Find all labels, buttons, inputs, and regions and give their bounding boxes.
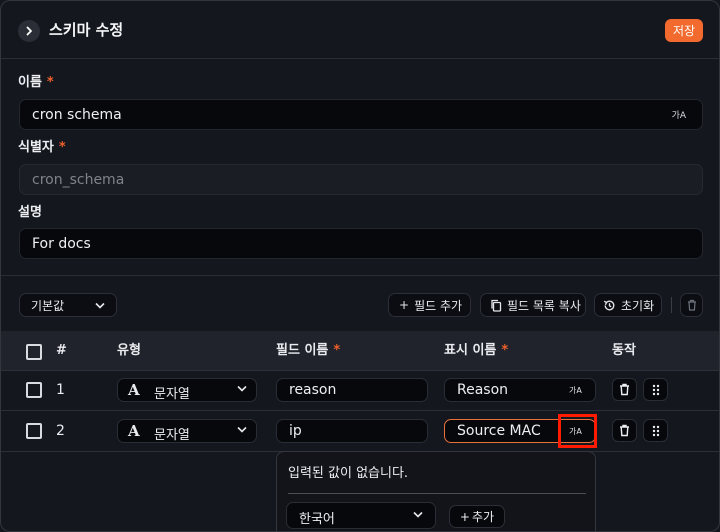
type-value: 문자열 xyxy=(154,387,190,402)
table-row: 2 A 문자열 ip Source MAC 가A xyxy=(1,411,719,452)
plus-icon: + xyxy=(399,298,410,312)
copy-field-list-button[interactable]: 필드 목록 복사 xyxy=(480,293,586,317)
delete-row-button[interactable] xyxy=(612,378,637,401)
select-all-checkbox[interactable] xyxy=(26,344,42,360)
id-input-value: cron_schema xyxy=(32,171,125,188)
desc-label: 설명 xyxy=(18,205,42,220)
table-header: # 유형 필드 이름 * 표시 이름 * 동작 xyxy=(1,331,719,371)
language-select[interactable]: 한국어 xyxy=(286,502,436,529)
drag-handle-icon xyxy=(652,384,659,395)
row-num: 2 xyxy=(56,423,65,439)
header: 스키마 수정 저장 xyxy=(1,1,719,59)
required-mark: * xyxy=(501,343,509,358)
highlight-box xyxy=(558,414,597,448)
chevron-right-icon xyxy=(26,26,32,36)
add-field-button[interactable]: + 필드 추가 xyxy=(388,293,471,317)
col-action: 동작 xyxy=(612,343,636,358)
reset-button[interactable]: 초기화 xyxy=(594,293,662,317)
history-icon xyxy=(603,300,615,310)
row-num: 1 xyxy=(56,382,65,398)
field-name-input[interactable]: reason xyxy=(276,378,428,402)
id-input: cron_schema xyxy=(19,164,703,195)
row-checkbox[interactable] xyxy=(26,423,42,439)
drag-handle[interactable] xyxy=(643,419,668,442)
chevron-down-icon xyxy=(237,426,247,433)
required-mark: * xyxy=(333,343,341,358)
translation-popover: 입력된 값이 없습니다. 한국어 + 추가 xyxy=(276,451,596,531)
col-num: # xyxy=(56,343,67,358)
text-type-icon: A xyxy=(128,381,140,399)
delete-row-button[interactable] xyxy=(612,419,637,442)
table-row: 1 A 문자열 reason Reason 가A xyxy=(1,370,719,411)
collapse-button[interactable] xyxy=(18,20,40,42)
plus-icon: + xyxy=(459,509,470,524)
trash-icon xyxy=(620,383,629,396)
schema-editor-panel: 스키마 수정 저장 이름 * cron schema 가A 식별자 * cron_s… xyxy=(0,0,720,532)
translate-icon[interactable]: 가A xyxy=(569,385,582,396)
field-name-input[interactable]: ip xyxy=(276,419,428,443)
required-mark: * xyxy=(58,140,66,155)
preset-select[interactable]: 기본값 xyxy=(19,293,117,317)
text-type-icon: A xyxy=(128,422,140,440)
desc-input-value: For docs xyxy=(32,235,91,252)
trash-icon xyxy=(620,424,629,437)
type-value: 문자열 xyxy=(154,428,190,443)
col-type: 유형 xyxy=(117,343,141,358)
type-select[interactable]: A 문자열 xyxy=(117,378,257,402)
name-input-value: cron schema xyxy=(32,106,122,123)
page-title: 스키마 수정 xyxy=(49,21,124,39)
delete-selected-button[interactable] xyxy=(680,293,703,317)
language-value: 한국어 xyxy=(299,512,335,527)
id-label: 식별자 * xyxy=(18,140,66,155)
save-button[interactable]: 저장 xyxy=(665,19,703,42)
preset-select-value: 기본값 xyxy=(31,298,65,313)
name-label: 이름 * xyxy=(18,75,54,90)
type-select[interactable]: A 문자열 xyxy=(117,419,257,443)
chevron-down-icon xyxy=(413,511,423,518)
empty-message: 입력된 값이 없습니다. xyxy=(288,466,409,481)
required-mark: * xyxy=(46,75,54,90)
trash-icon xyxy=(687,299,696,311)
popover-divider xyxy=(288,493,586,494)
name-input[interactable]: cron schema 가A xyxy=(19,99,703,130)
row-checkbox[interactable] xyxy=(26,382,42,398)
translate-icon[interactable]: 가A xyxy=(672,108,686,121)
col-display-name: 표시 이름 * xyxy=(444,343,509,358)
toolbar-separator xyxy=(671,297,672,313)
chevron-down-icon xyxy=(95,302,105,309)
divider xyxy=(1,275,719,276)
desc-input[interactable]: For docs xyxy=(19,228,703,259)
drag-handle-icon xyxy=(652,425,659,436)
copy-icon xyxy=(491,299,502,312)
drag-handle[interactable] xyxy=(643,378,668,401)
chevron-down-icon xyxy=(237,385,247,392)
add-translation-button[interactable]: + 추가 xyxy=(449,505,505,528)
col-field-name: 필드 이름 * xyxy=(276,343,341,358)
